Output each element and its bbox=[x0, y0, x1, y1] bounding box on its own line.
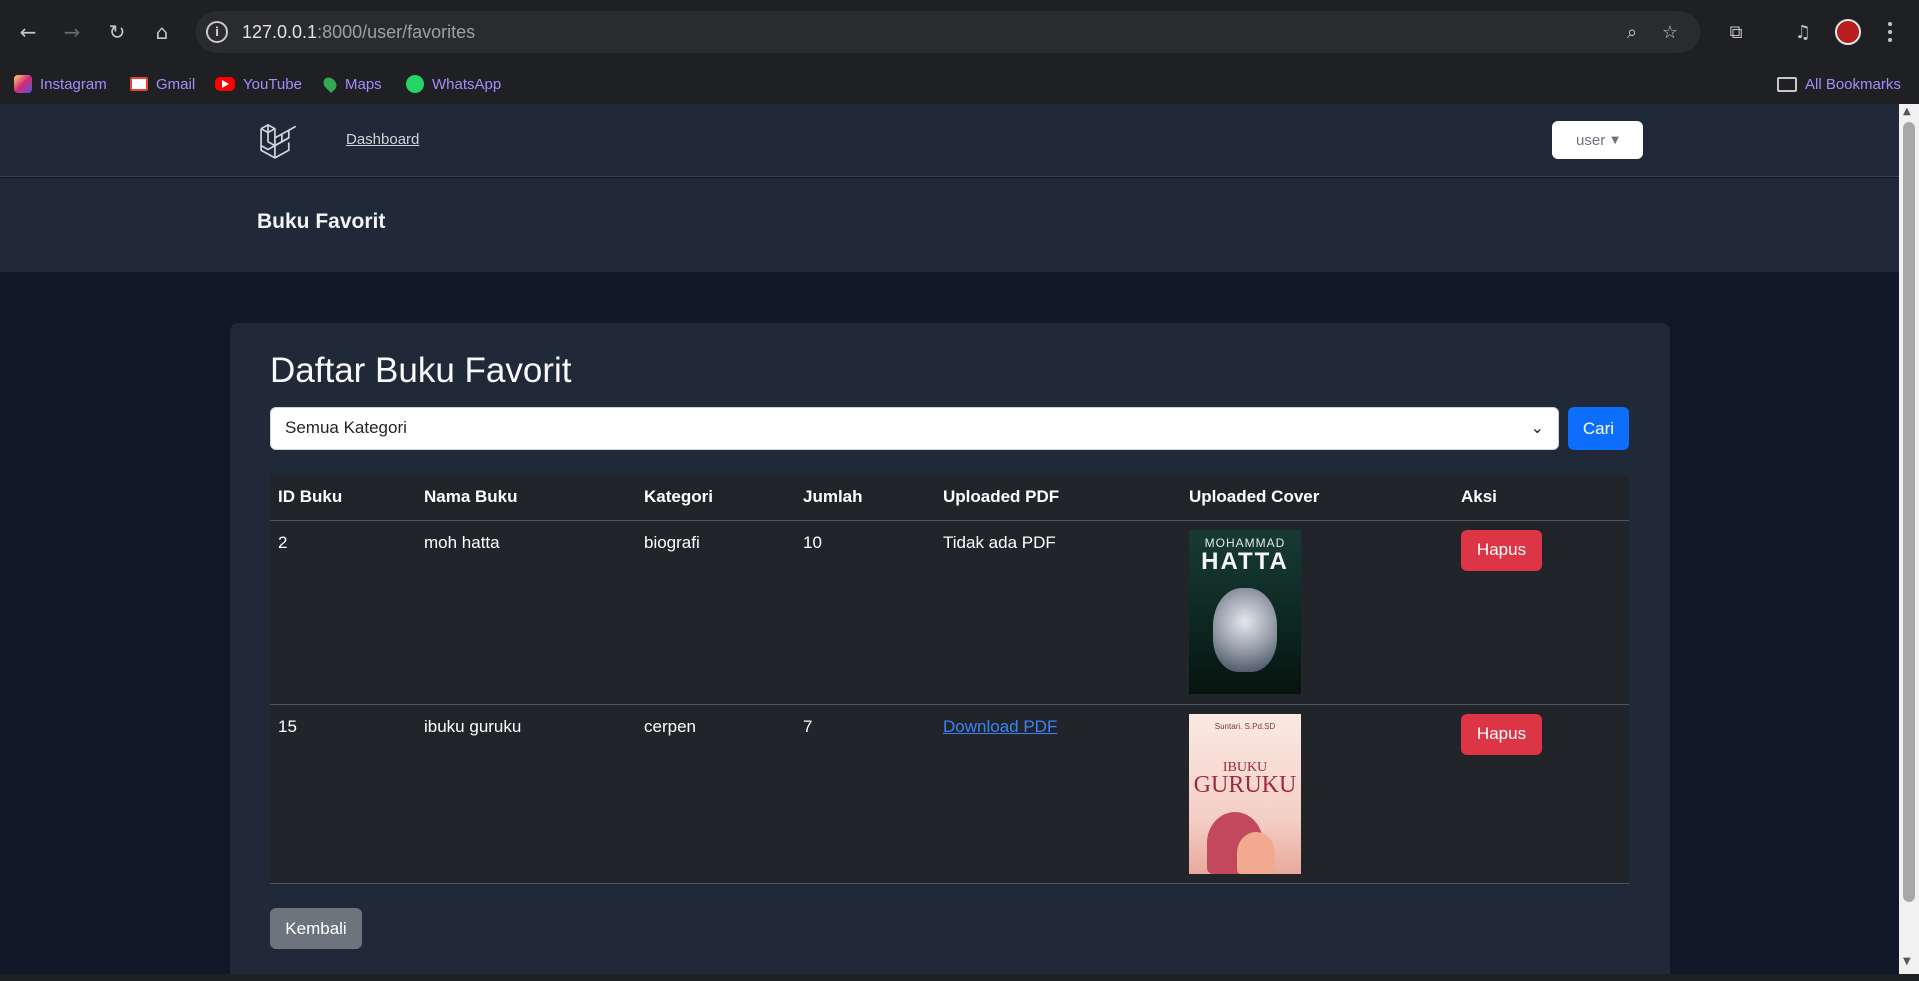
app-navbar: Dashboard user ▼ bbox=[0, 104, 1899, 177]
forward-icon[interactable]: → bbox=[56, 16, 88, 48]
chevron-down-icon: ▼ bbox=[1611, 134, 1619, 146]
cell-qty: 7 bbox=[795, 704, 935, 884]
cell-pdf: Download PDF bbox=[935, 704, 1181, 884]
browser-toolbar: ← → ↻ ⌂ i 127.0.0.1:8000/user/favorites … bbox=[0, 0, 1919, 64]
zoom-icon[interactable]: ⌕ bbox=[1620, 20, 1644, 44]
all-bookmarks[interactable]: All Bookmarks bbox=[1777, 64, 1901, 104]
cell-id: 15 bbox=[270, 704, 416, 884]
table-row: 2 moh hatta biografi 10 Tidak ada PDF MO… bbox=[270, 520, 1629, 705]
cell-category: cerpen bbox=[636, 704, 795, 884]
delete-button[interactable]: Hapus bbox=[1461, 529, 1542, 571]
cell-name: ibuku guruku bbox=[416, 704, 636, 884]
page-viewport: Dashboard user ▼ Buku Favorit Daftar Buk… bbox=[0, 104, 1899, 974]
download-pdf-link[interactable]: Download PDF bbox=[943, 717, 1057, 736]
cover-title-large: HATTA bbox=[1201, 547, 1289, 575]
cell-action: Hapus bbox=[1453, 704, 1629, 884]
book-cover-image: MOHAMMAD HATTA bbox=[1189, 529, 1301, 694]
media-icon[interactable]: ♫ bbox=[1788, 17, 1818, 47]
cover-portrait bbox=[1213, 587, 1277, 672]
cell-category: biografi bbox=[636, 520, 795, 705]
back-button[interactable]: Kembali bbox=[270, 908, 362, 949]
page-header: Buku Favorit bbox=[0, 178, 1899, 272]
category-select-value: Semua Kategori bbox=[285, 418, 407, 437]
bottom-edge bbox=[0, 974, 1919, 981]
bookmark-label: Gmail bbox=[156, 75, 196, 93]
bookmark-star-icon[interactable]: ☆ bbox=[1658, 20, 1682, 44]
chevron-down-icon: ⌄ bbox=[1530, 418, 1544, 437]
bookmark-label: YouTube bbox=[243, 75, 302, 93]
youtube-icon bbox=[215, 77, 235, 91]
laravel-logo-icon[interactable] bbox=[258, 121, 298, 161]
category-select[interactable]: Semua Kategori ⌄ bbox=[270, 407, 1559, 450]
user-menu-button[interactable]: user ▼ bbox=[1552, 121, 1643, 159]
table-row: 15 ibuku guruku cerpen 7 Download PDF Su… bbox=[270, 704, 1629, 884]
bookmark-label: Instagram bbox=[40, 75, 107, 93]
address-bar[interactable]: i 127.0.0.1:8000/user/favorites ⌕ ☆ bbox=[196, 11, 1700, 53]
bookmark-youtube[interactable]: YouTube bbox=[215, 64, 302, 104]
instagram-icon bbox=[14, 75, 32, 93]
col-header-name: Nama Buku bbox=[416, 475, 636, 521]
book-cover-image: Suntari. S.Pd.SD IBUKU GURUKU bbox=[1189, 713, 1301, 874]
cover-title-large: GURUKU bbox=[1193, 771, 1297, 798]
col-header-cover: Uploaded Cover bbox=[1181, 475, 1453, 521]
bookmark-instagram[interactable]: Instagram bbox=[14, 64, 107, 104]
maps-icon bbox=[320, 74, 340, 94]
bookmark-whatsapp[interactable]: WhatsApp bbox=[406, 64, 501, 104]
col-header-pdf: Uploaded PDF bbox=[935, 475, 1181, 521]
scroll-down-arrow-icon[interactable]: ▼ bbox=[1903, 956, 1911, 967]
favorites-card: Daftar Buku Favorit Semua Kategori ⌄ Car… bbox=[230, 323, 1670, 974]
user-menu-label: user bbox=[1576, 131, 1606, 149]
folder-icon bbox=[1777, 76, 1797, 92]
scrollbar-thumb[interactable] bbox=[1903, 122, 1915, 902]
table-header-row: ID Buku Nama Buku Kategori Jumlah Upload… bbox=[270, 475, 1629, 521]
gmail-icon bbox=[130, 77, 148, 91]
cell-id: 2 bbox=[270, 520, 416, 705]
whatsapp-icon bbox=[406, 75, 424, 93]
back-icon[interactable]: ← bbox=[12, 16, 44, 48]
cover-illustration-child bbox=[1237, 831, 1275, 874]
cell-cover: MOHAMMAD HATTA bbox=[1181, 520, 1453, 705]
reload-icon[interactable]: ↻ bbox=[101, 16, 133, 48]
cover-author: Suntari. S.Pd.SD bbox=[1214, 721, 1276, 731]
cell-name: moh hatta bbox=[416, 520, 636, 705]
col-header-action: Aksi bbox=[1453, 475, 1629, 521]
nav-dashboard-link[interactable]: Dashboard bbox=[346, 131, 419, 148]
bookmark-maps[interactable]: Maps bbox=[320, 64, 382, 104]
delete-button[interactable]: Hapus bbox=[1461, 713, 1542, 755]
cell-pdf: Tidak ada PDF bbox=[935, 520, 1181, 705]
scroll-up-arrow-icon[interactable]: ▲ bbox=[1903, 106, 1911, 117]
favorites-table: ID Buku Nama Buku Kategori Jumlah Upload… bbox=[270, 475, 1629, 884]
card-title: Daftar Buku Favorit bbox=[270, 351, 572, 390]
address-url[interactable]: 127.0.0.1:8000/user/favorites bbox=[242, 22, 475, 43]
bookmark-gmail[interactable]: Gmail bbox=[130, 64, 195, 104]
col-header-id: ID Buku bbox=[270, 475, 416, 521]
cell-action: Hapus bbox=[1453, 520, 1629, 705]
bookmark-label: Maps bbox=[345, 75, 382, 93]
site-info-icon[interactable]: i bbox=[206, 21, 228, 43]
extensions-icon[interactable]: ⧉ bbox=[1721, 17, 1751, 47]
profile-avatar[interactable] bbox=[1835, 19, 1861, 45]
page-title: Buku Favorit bbox=[257, 210, 386, 233]
bookmarks-bar: Instagram Gmail YouTube Maps WhatsApp Al… bbox=[0, 64, 1919, 104]
search-button[interactable]: Cari bbox=[1568, 407, 1629, 450]
all-bookmarks-label: All Bookmarks bbox=[1805, 75, 1901, 93]
col-header-qty: Jumlah bbox=[795, 475, 935, 521]
col-header-category: Kategori bbox=[636, 475, 795, 521]
cell-cover: Suntari. S.Pd.SD IBUKU GURUKU bbox=[1181, 704, 1453, 884]
home-icon[interactable]: ⌂ bbox=[146, 16, 178, 48]
cell-qty: 10 bbox=[795, 520, 935, 705]
menu-icon[interactable] bbox=[1880, 17, 1900, 47]
bookmark-label: WhatsApp bbox=[432, 75, 502, 93]
